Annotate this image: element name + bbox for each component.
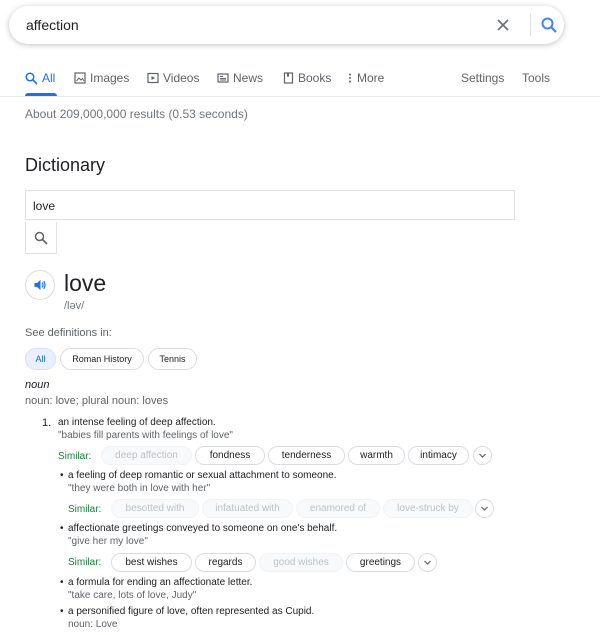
- chip-tennis[interactable]: Tennis: [148, 348, 197, 370]
- sense-definition: affectionate greetings conveyed to someo…: [68, 523, 338, 534]
- tabs-divider: [0, 96, 600, 97]
- similar-word-pill[interactable]: greetings: [346, 553, 415, 572]
- chip-all[interactable]: All: [25, 348, 56, 370]
- tab-videos-label: Videos: [163, 71, 200, 85]
- tools-label: Tools: [522, 71, 551, 85]
- dictionary-heading: Dictionary: [25, 155, 106, 175]
- pronunciation-button[interactable]: [25, 270, 55, 300]
- sense-definition: a formula for ending an affectionate let…: [68, 577, 253, 588]
- speaker-icon: [34, 280, 46, 290]
- clear-icon[interactable]: [494, 16, 512, 34]
- search-icon: [25, 71, 38, 85]
- similar-word-pill[interactable]: best wishes: [111, 553, 192, 572]
- tools-link[interactable]: Tools: [522, 70, 550, 86]
- chip-roman-history[interactable]: Roman History: [60, 348, 144, 370]
- dictionary-search-button[interactable]: [25, 222, 57, 254]
- sense-example: "take care, lots of love, Judy": [68, 590, 197, 601]
- word-forms: noun: love; plural noun: loves: [25, 395, 169, 407]
- similar-word-pill[interactable]: tenderness: [268, 446, 345, 465]
- tab-books-label: Books: [298, 71, 332, 85]
- videos-icon: [147, 72, 159, 84]
- chevron-down-icon: [481, 506, 488, 511]
- sense-number: 1.: [42, 417, 52, 429]
- similar-word-pill[interactable]: regards: [195, 553, 256, 572]
- chevron-down-icon: [424, 560, 431, 565]
- similar-label: Similar:: [68, 504, 102, 515]
- expand-similar-button[interactable]: [418, 553, 437, 572]
- search-input[interactable]: affection: [26, 17, 79, 33]
- sense-label: noun: Love: [68, 619, 118, 630]
- see-definitions-label: See definitions in:: [25, 327, 112, 339]
- phonetic: /ləv/: [64, 300, 85, 312]
- dictionary-search-input[interactable]: love: [25, 190, 515, 220]
- expand-similar-button[interactable]: [475, 499, 494, 518]
- search-icon[interactable]: [540, 16, 558, 34]
- tab-all[interactable]: All: [25, 70, 55, 86]
- search-divider: [530, 14, 531, 36]
- result-stats: About 209,000,000 results (0.53 seconds): [25, 107, 248, 121]
- sense-bullet: •: [60, 470, 64, 481]
- tab-news[interactable]: News: [217, 70, 263, 86]
- similar-word-pill[interactable]: warmth: [348, 446, 405, 465]
- similar-word-pill[interactable]: love-struck by: [383, 499, 473, 518]
- tab-more[interactable]: More: [347, 70, 384, 86]
- books-icon: [283, 72, 294, 84]
- settings-label: Settings: [461, 71, 505, 85]
- similar-word-pill[interactable]: enamored of: [296, 499, 380, 518]
- similar-word-pill[interactable]: deep affection: [101, 446, 192, 465]
- settings-link[interactable]: Settings: [461, 70, 504, 86]
- sense-example: "they were both in love with her": [68, 483, 211, 494]
- similar-word-pill[interactable]: intimacy: [408, 446, 469, 465]
- expand-similar-button[interactable]: [473, 446, 492, 465]
- sense-definition: an intense feeling of deep affection.: [58, 417, 216, 428]
- tab-videos[interactable]: Videos: [147, 70, 199, 86]
- sense-definition: a feeling of deep romantic or sexual att…: [68, 470, 337, 481]
- tab-images[interactable]: Images: [74, 70, 129, 86]
- chevron-down-icon: [479, 453, 486, 458]
- tab-news-label: News: [233, 71, 264, 85]
- images-icon: [74, 72, 86, 84]
- similar-word-pill[interactable]: fondness: [195, 446, 265, 465]
- sense-definition: a personified figure of love, often repr…: [68, 606, 315, 617]
- search-bar[interactable]: affection: [9, 6, 564, 44]
- part-of-speech: noun: [25, 379, 50, 391]
- search-icon: [34, 231, 48, 245]
- news-icon: [217, 73, 229, 83]
- tab-all-label: All: [42, 71, 56, 85]
- similar-label: Similar:: [68, 557, 102, 568]
- headword: love: [64, 270, 107, 296]
- similar-word-pill[interactable]: good wishes: [259, 553, 343, 572]
- similar-word-pill[interactable]: besotted with: [111, 499, 199, 518]
- similar-label: Similar:: [58, 451, 92, 462]
- sense-bullet: •: [60, 523, 64, 534]
- sense-example: "give her my love": [68, 536, 148, 547]
- tab-images-label: Images: [90, 71, 130, 85]
- tab-books[interactable]: Books: [283, 70, 331, 86]
- tab-more-label: More: [357, 71, 385, 85]
- sense-bullet: •: [60, 577, 64, 588]
- sense-bullet: •: [60, 606, 64, 617]
- sense-example: "babies fill parents with feelings of lo…: [58, 430, 233, 441]
- more-dots-icon: [349, 73, 351, 83]
- similar-word-pill[interactable]: infatuated with: [202, 499, 293, 518]
